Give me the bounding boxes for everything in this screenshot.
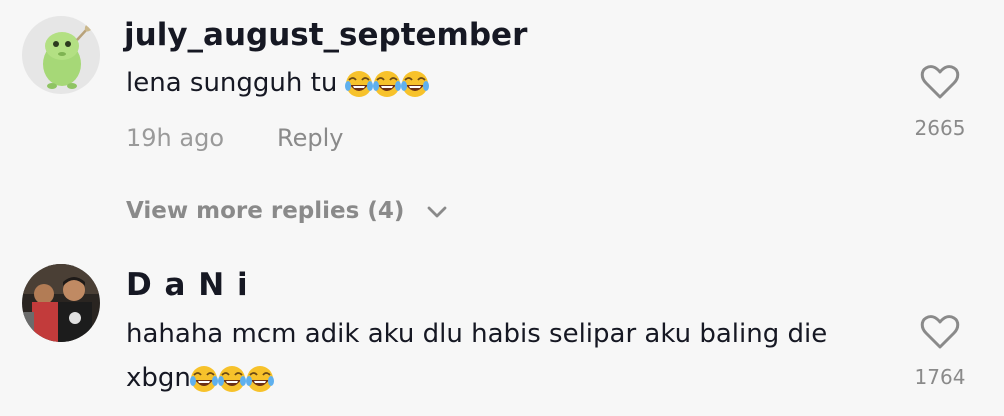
avatar-image-photo (22, 264, 100, 342)
emoji-group (344, 62, 430, 106)
comment-text: hahaha mcm adik aku dlu habis selipar ak… (126, 312, 886, 401)
face-with-tears-of-joy-icon (344, 71, 373, 97)
avatar[interactable] (22, 16, 100, 94)
avatar[interactable] (22, 264, 100, 342)
face-with-tears-of-joy-icon (245, 366, 274, 392)
comment-timestamp: 19h ago (126, 124, 225, 152)
reply-button[interactable]: Reply (277, 126, 343, 150)
like-count: 1764 (914, 365, 966, 389)
comment-text-line: hahaha mcm adik aku dlu habis selipar ak… (126, 319, 828, 349)
like-count: 2665 (914, 116, 966, 140)
chevron-down-icon (427, 206, 447, 217)
comment-text-line: xbgn (126, 356, 886, 401)
face-with-tears-of-joy-icon (400, 71, 429, 97)
view-more-replies-button[interactable]: View more replies (4) (126, 200, 448, 223)
view-more-replies-label: View more replies (4) (126, 198, 405, 224)
face-with-tears-of-joy-icon (189, 366, 218, 392)
comment-username[interactable]: july_august_september (124, 20, 527, 51)
comment-username[interactable]: D a N i (126, 270, 249, 301)
heart-icon[interactable] (920, 314, 960, 350)
face-with-tears-of-joy-icon (217, 366, 246, 392)
emoji-group (189, 357, 275, 401)
comment-text: lena sungguh tu (126, 61, 430, 106)
comment-text-content: xbgn (126, 363, 191, 393)
comment-text-content: lena sungguh tu (126, 68, 338, 98)
heart-icon[interactable] (920, 64, 960, 100)
avatar-image-frog (22, 16, 100, 94)
face-with-tears-of-joy-icon (372, 71, 401, 97)
